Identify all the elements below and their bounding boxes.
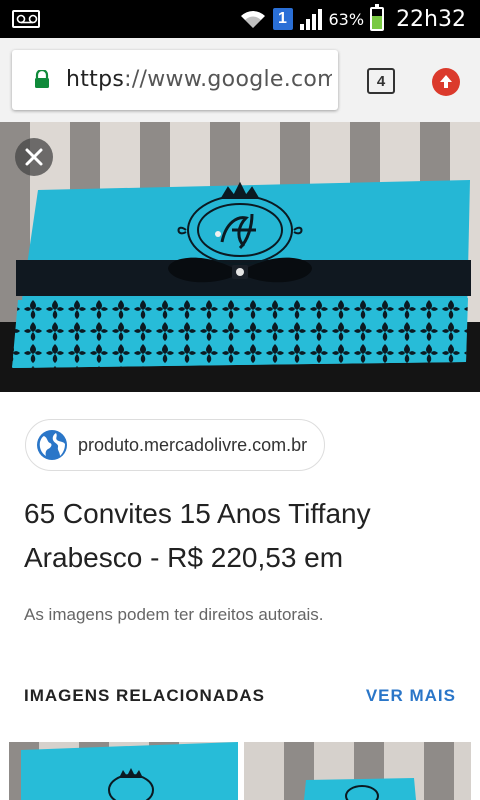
address-bar[interactable]: https://www.google.com.br — [12, 50, 338, 110]
url-scheme: https — [66, 67, 125, 92]
voicemail-icon — [12, 10, 40, 28]
battery-percent: 63% — [328, 9, 365, 29]
status-bar: 1 63% 22h32 — [0, 0, 480, 38]
update-icon[interactable] — [432, 68, 460, 96]
tab-switcher-button[interactable]: 4 — [367, 68, 395, 94]
related-image-2[interactable] — [244, 742, 471, 800]
see-more-link[interactable]: VER MAIS — [366, 686, 456, 706]
wifi-icon — [240, 11, 265, 28]
result-title: 65 Convites 15 Anos Tiffany Arabesco - R… — [24, 498, 371, 573]
result-image[interactable] — [0, 122, 480, 392]
lock-icon — [35, 70, 49, 88]
source-domain: produto.mercadolivre.com.br — [78, 435, 308, 455]
browser-toolbar: https://www.google.com.br 4 — [0, 38, 480, 122]
invitation-photo — [0, 122, 480, 392]
url-host: ://www.google.com.br — [124, 67, 332, 92]
sim-badge: 1 — [272, 8, 293, 30]
source-link[interactable]: produto.mercadolivre.com.br — [25, 419, 325, 471]
url-text[interactable]: https://www.google.com.br — [66, 67, 332, 92]
signal-icon — [299, 9, 322, 30]
related-images-heading: IMAGENS RELACIONADAS — [24, 686, 266, 705]
copyright-note: As imagens podem ter direitos autorais. — [24, 605, 324, 624]
close-button[interactable] — [15, 138, 53, 176]
battery-icon — [370, 4, 385, 31]
related-image-1[interactable] — [9, 742, 238, 800]
close-icon — [25, 148, 43, 166]
clock: 22h32 — [396, 6, 466, 32]
globe-icon — [37, 430, 67, 460]
